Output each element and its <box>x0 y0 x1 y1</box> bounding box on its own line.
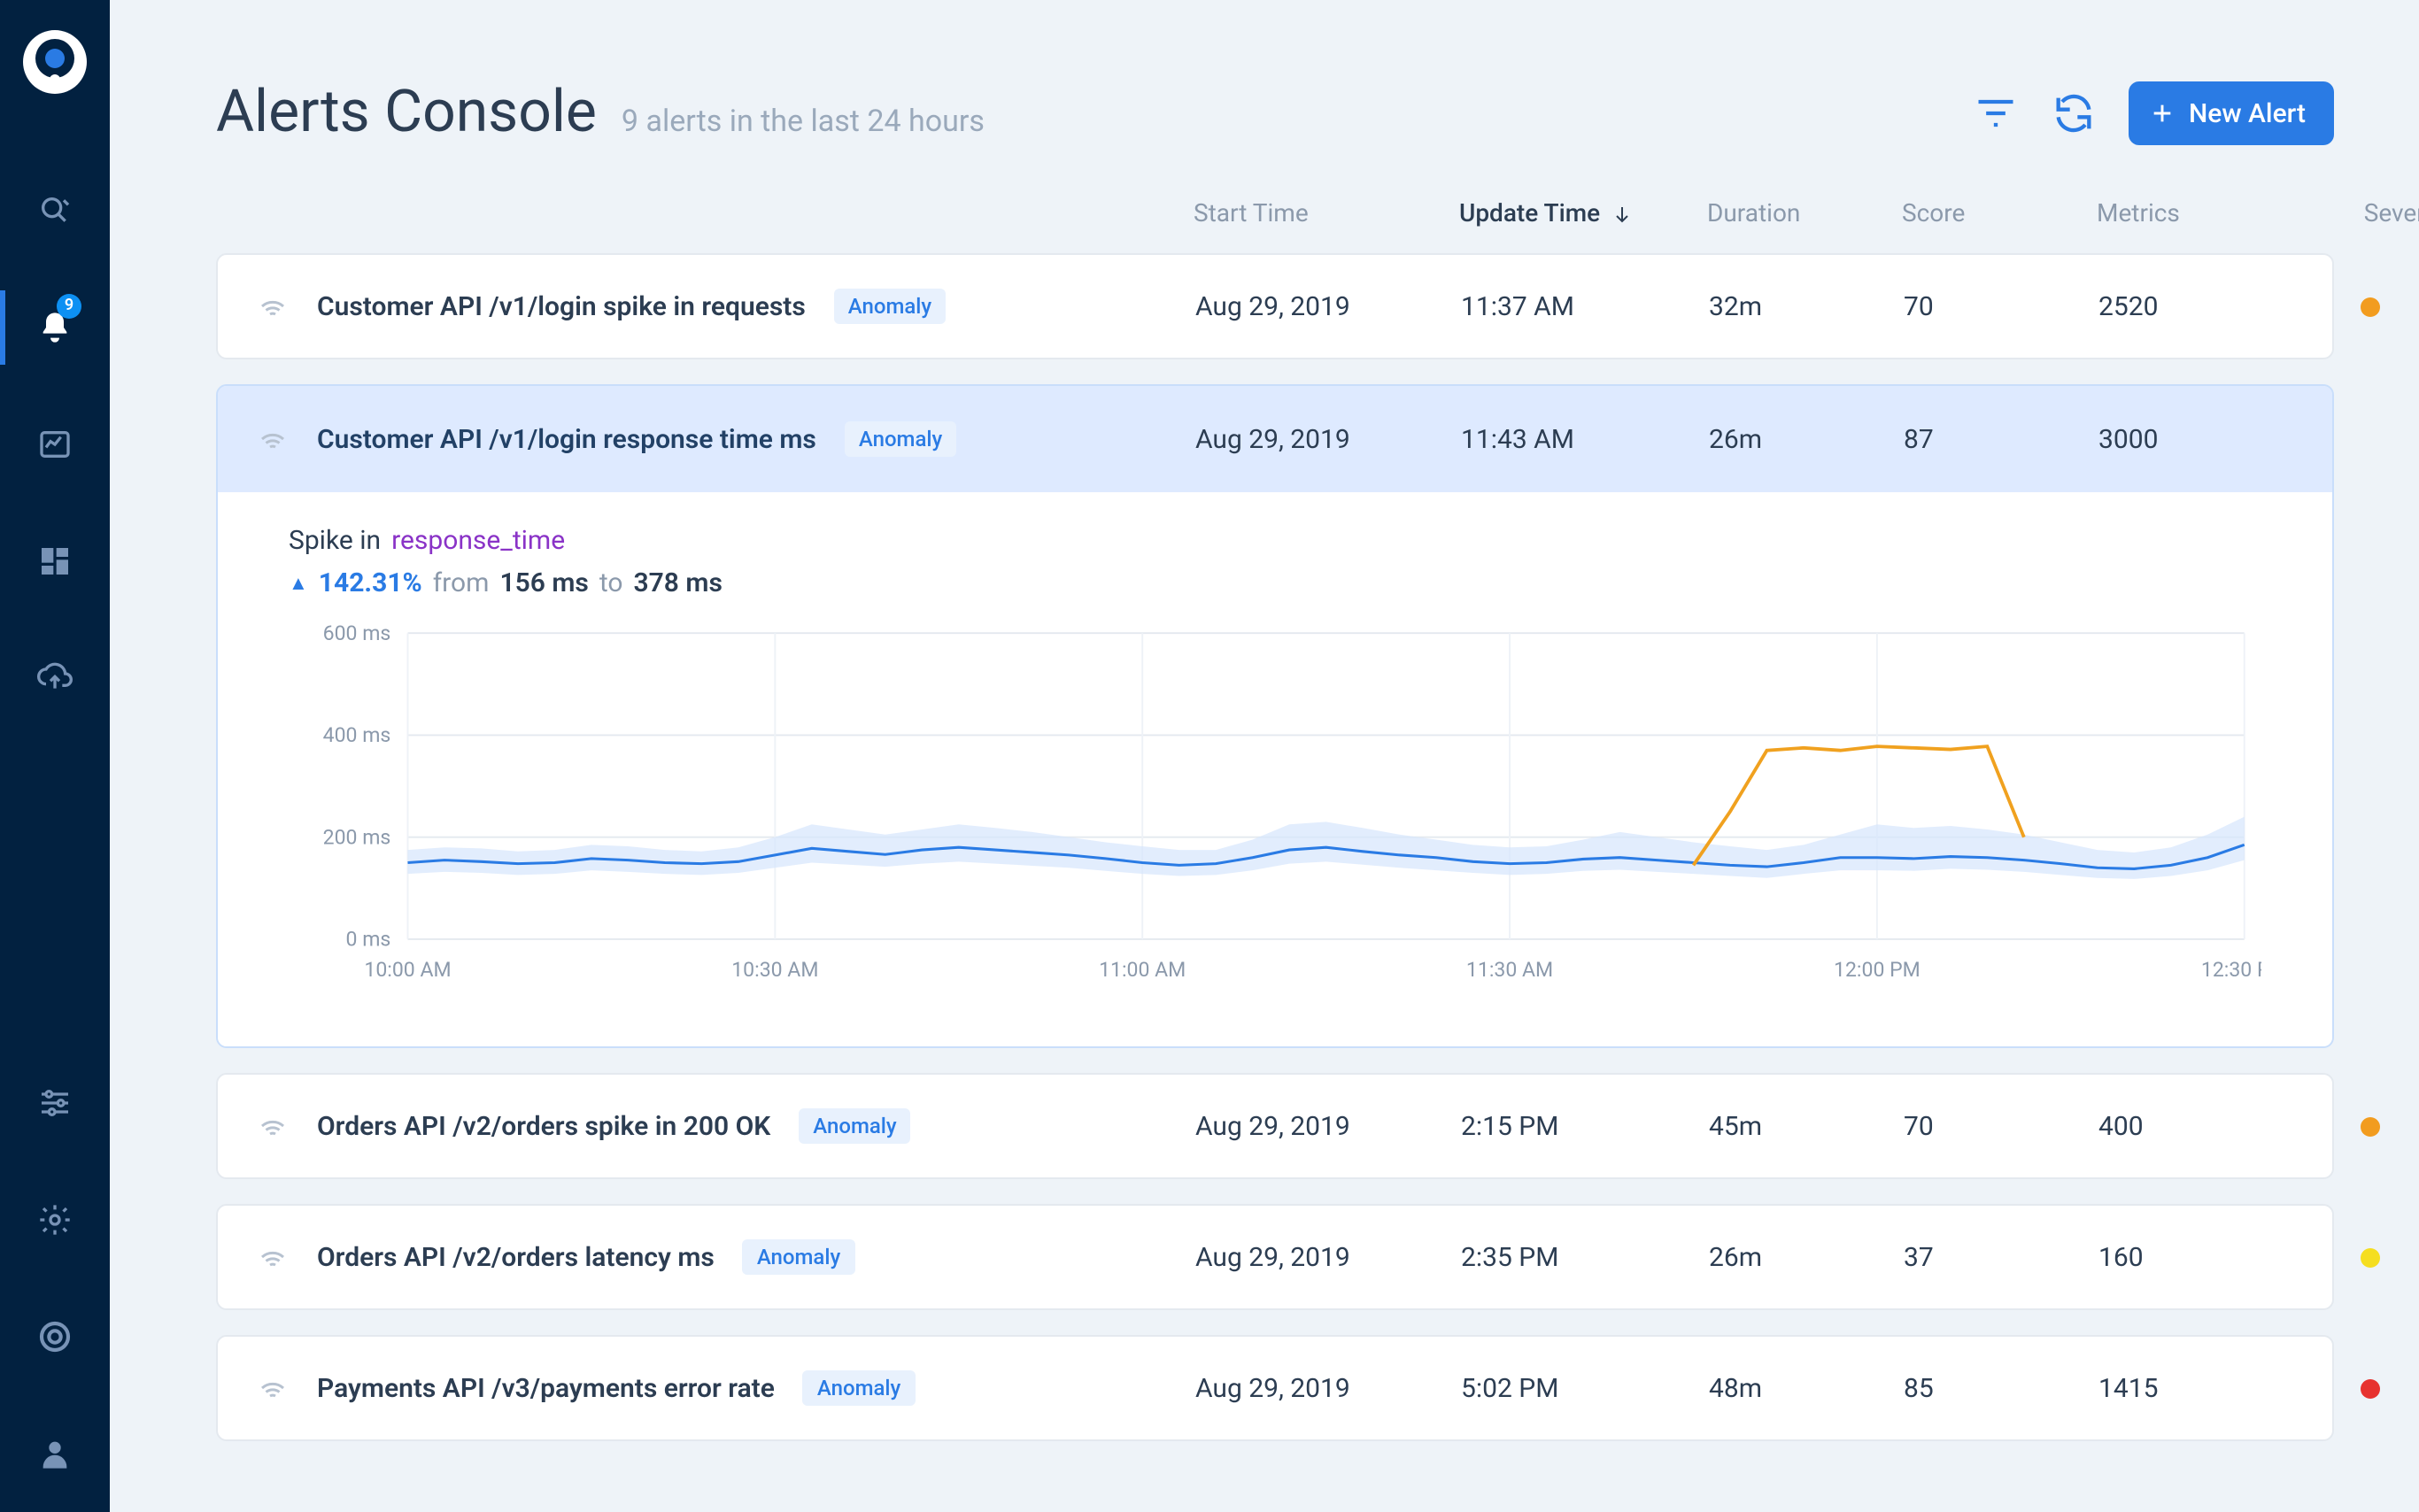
new-alert-label: New Alert <box>2189 96 2306 128</box>
cell-update: 2:15 PM <box>1461 1111 1709 1143</box>
cell-update: 11:43 AM <box>1461 423 1709 455</box>
col-severity[interactable]: Severity <box>2309 200 2419 228</box>
anomaly-tag: Anomaly <box>845 421 956 457</box>
cell-metrics: 400 <box>2098 1111 2311 1143</box>
nav-sliders[interactable] <box>0 1076 110 1130</box>
alert-name: Orders API /v2/orders latency ms <box>317 1242 715 1274</box>
table-row[interactable]: Payments API /v3/payments error rate Anom… <box>216 1336 2334 1442</box>
cell-duration: 32m <box>1709 290 1904 322</box>
alert-detail-panel: Spike in response_time▲142.31% from 156 … <box>218 492 2332 1047</box>
sidebar: 9 <box>0 0 110 1512</box>
alert-name: Customer API /v1/login response time ms <box>317 423 816 455</box>
severity-dot <box>2361 1248 2380 1268</box>
signal-icon <box>257 423 289 455</box>
logo <box>18 25 92 99</box>
new-alert-button[interactable]: New Alert <box>2129 81 2334 144</box>
nav-help[interactable] <box>0 1310 110 1363</box>
delta-percent: 142.31% <box>319 567 422 598</box>
svg-text:0 ms: 0 ms <box>346 928 391 952</box>
table-row[interactable]: Orders API /v2/orders spike in 200 OK Ano… <box>216 1074 2334 1180</box>
delta-from: 156 ms <box>500 567 589 598</box>
table-header: Start Time Update Time Duration Score Me… <box>216 200 2334 253</box>
plus-icon <box>2150 100 2175 125</box>
col-score[interactable]: Score <box>1902 200 2097 228</box>
signal-icon <box>257 1242 289 1274</box>
cell-start: Aug 29, 2019 <box>1195 423 1461 455</box>
signal-icon <box>257 1111 289 1143</box>
table-row[interactable]: Customer API /v1/login spike in requests… <box>216 253 2334 359</box>
filter-icon[interactable] <box>1973 89 2019 135</box>
cell-score: 87 <box>1904 423 2098 455</box>
page-subtitle: 9 alerts in the last 24 hours <box>622 104 985 140</box>
cell-score: 85 <box>1904 1373 2098 1405</box>
cell-metrics: 1415 <box>2098 1373 2311 1405</box>
svg-text:11:00 AM: 11:00 AM <box>1099 958 1186 982</box>
sort-down-icon <box>1611 204 1632 225</box>
severity-dot <box>2361 297 2380 316</box>
expanded-alert: Customer API /v1/login response time ms A… <box>216 384 2334 1049</box>
cell-metrics: 2520 <box>2098 290 2311 322</box>
cell-start: Aug 29, 2019 <box>1195 290 1461 322</box>
nav-dashboards[interactable] <box>0 535 110 588</box>
cell-start: Aug 29, 2019 <box>1195 1111 1461 1143</box>
cell-update: 11:37 AM <box>1461 290 1709 322</box>
nav-alerts[interactable]: 9 <box>0 301 110 354</box>
cell-metrics: 160 <box>2098 1242 2311 1274</box>
nav-metrics[interactable] <box>0 418 110 471</box>
cell-update: 2:35 PM <box>1461 1242 1709 1274</box>
anomaly-tag: Anomaly <box>799 1109 910 1145</box>
severity-dot <box>2361 1117 2380 1137</box>
cell-score: 70 <box>1904 1111 2098 1143</box>
severity-dot <box>2361 1379 2380 1399</box>
cell-duration: 26m <box>1709 423 1904 455</box>
cell-duration: 26m <box>1709 1242 1904 1274</box>
svg-text:200 ms: 200 ms <box>323 825 391 849</box>
nav-account[interactable] <box>0 1427 110 1480</box>
main-content: Alerts Console 9 alerts in the last 24 h… <box>110 0 2419 1512</box>
spike-prefix: Spike in <box>289 524 381 556</box>
cell-metrics: 3000 <box>2098 423 2311 455</box>
alert-name: Orders API /v2/orders spike in 200 OK <box>317 1111 770 1143</box>
anomaly-tag: Anomaly <box>834 289 946 324</box>
nav-upload[interactable] <box>0 652 110 705</box>
delta-to: 378 ms <box>634 567 723 598</box>
cell-duration: 45m <box>1709 1111 1904 1143</box>
cell-score: 70 <box>1904 290 2098 322</box>
anomaly-tag: Anomaly <box>803 1371 915 1407</box>
page-title: Alerts Console <box>216 78 597 147</box>
svg-text:12:30 PM: 12:30 PM <box>2201 958 2261 982</box>
svg-text:400 ms: 400 ms <box>323 723 391 747</box>
anomaly-tag: Anomaly <box>743 1240 854 1276</box>
col-duration[interactable]: Duration <box>1707 200 1902 228</box>
cell-start: Aug 29, 2019 <box>1195 1373 1461 1405</box>
spike-metric: response_time <box>391 524 565 556</box>
signal-icon <box>257 290 289 322</box>
cell-score: 37 <box>1904 1242 2098 1274</box>
table-row[interactable]: Orders API /v2/orders latency ms Anomaly A… <box>216 1205 2334 1311</box>
response-time-chart: 0 ms 200 ms 400 ms 600 ms 10:00 AM 10:30 AM 11… <box>289 616 2261 991</box>
svg-text:600 ms: 600 ms <box>323 621 391 645</box>
cell-start: Aug 29, 2019 <box>1195 1242 1461 1274</box>
cell-duration: 48m <box>1709 1373 1904 1405</box>
col-start[interactable]: Start Time <box>1194 200 1459 228</box>
table-row[interactable]: Customer API /v1/login response time ms A… <box>218 386 2332 492</box>
cell-update: 5:02 PM <box>1461 1373 1709 1405</box>
alert-name: Customer API /v1/login spike in requests <box>317 290 806 322</box>
alerts-table: Start Time Update Time Duration Score Me… <box>110 147 2419 1442</box>
svg-text:10:00 AM: 10:00 AM <box>364 958 451 982</box>
col-metrics[interactable]: Metrics <box>2097 200 2309 228</box>
signal-icon <box>257 1373 289 1405</box>
svg-text:10:30 AM: 10:30 AM <box>731 958 818 982</box>
nav-discover[interactable] <box>0 184 110 237</box>
header: Alerts Console 9 alerts in the last 24 h… <box>110 0 2419 147</box>
up-arrow-icon: ▲ <box>289 571 308 594</box>
alert-name: Payments API /v3/payments error rate <box>317 1373 775 1405</box>
col-update[interactable]: Update Time <box>1459 200 1707 228</box>
svg-text:11:30 AM: 11:30 AM <box>1466 958 1553 982</box>
nav-settings[interactable] <box>0 1193 110 1246</box>
svg-text:12:00 PM: 12:00 PM <box>1834 958 1921 982</box>
alert-count-badge: 9 <box>57 294 81 319</box>
refresh-icon[interactable] <box>2051 89 2097 135</box>
